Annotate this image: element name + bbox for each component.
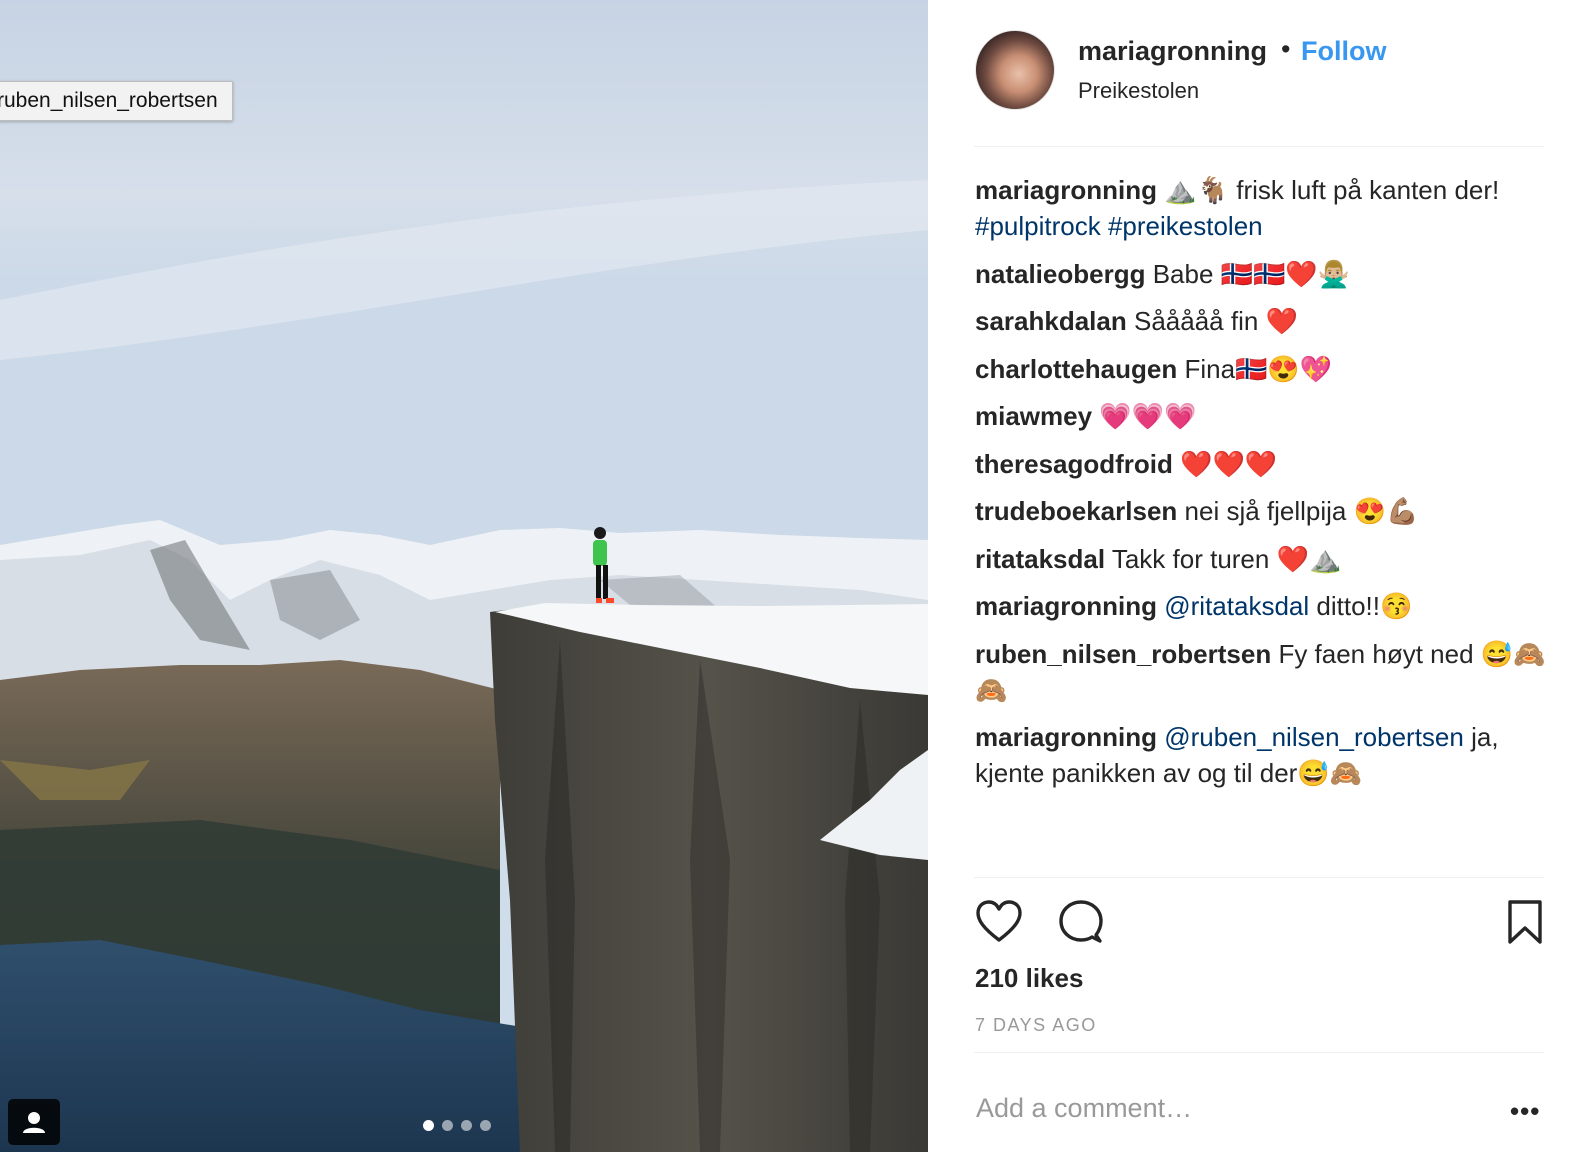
comment-text: ditto!!😚 [1316, 591, 1413, 621]
comment-item: theresagodfroid ❤️❤️❤️ [975, 446, 1550, 482]
comment-username[interactable]: trudeboekarlsen [975, 496, 1177, 526]
comment-icon [1059, 900, 1103, 943]
follow-button[interactable]: Follow [1301, 36, 1386, 67]
hashtag-link[interactable]: #preikestolen [1108, 211, 1263, 241]
comment-text: Fina🇳🇴😍💖 [1184, 353, 1333, 384]
comment-text: 💗💗💗 [1099, 401, 1197, 431]
save-button[interactable] [1501, 898, 1549, 946]
post-actions [975, 898, 1545, 948]
hashtag-link[interactable]: #pulpitrock [975, 211, 1101, 241]
post-sidebar: mariagronning • Follow Preikestolen mari… [928, 0, 1580, 1152]
post-location[interactable]: Preikestolen [1078, 78, 1199, 104]
add-comment-input[interactable] [976, 1088, 1476, 1128]
comment-item: ritataksdal Takk for turen ❤️⛰️ [975, 541, 1550, 577]
comment-box-divider [974, 1052, 1544, 1053]
like-count[interactable]: 210 likes [975, 963, 1083, 994]
comment-username[interactable]: charlottehaugen [975, 354, 1177, 384]
mention-link[interactable]: @ruben_nilsen_robertsen [1164, 722, 1464, 752]
author-username[interactable]: mariagronning [1078, 36, 1267, 67]
comment-text: nei sjå fjellpija 😍💪🏽 [1184, 496, 1419, 526]
actions-divider [974, 877, 1544, 878]
comment-username[interactable]: mariagronning [975, 175, 1157, 205]
caption-emojis: ⛰️🐐 [1164, 175, 1229, 205]
comment-username[interactable]: sarahkdalan [975, 306, 1127, 336]
heart-icon [976, 900, 1022, 942]
carousel-dot[interactable] [423, 1120, 434, 1131]
header-bullet: • [1281, 34, 1291, 64]
tagged-users-button[interactable] [8, 1099, 60, 1145]
mention-link[interactable]: @ritataksdal [1164, 591, 1309, 621]
comment-item: mariagronning @ritataksdal ditto!!😚 [975, 588, 1550, 624]
comment-text: Babe 🇳🇴🇳🇴❤️🙅🏼‍♂️ [1152, 258, 1351, 289]
comment-username[interactable]: miawmey [975, 401, 1092, 431]
comment-item: miawmey 💗💗💗 [975, 398, 1550, 434]
comment-item: natalieobergg Babe 🇳🇴🇳🇴❤️🙅🏼‍♂️ [975, 256, 1550, 292]
comments-list: mariagronning ⛰️🐐 frisk luft på kanten d… [975, 172, 1550, 803]
author-avatar[interactable] [975, 30, 1055, 110]
comment-text: ❤️❤️❤️ [1180, 448, 1278, 479]
tagged-username: ruben_nilsen_robertsen [0, 89, 218, 112]
more-options-button[interactable]: ••• [1510, 1096, 1540, 1127]
comment-username[interactable]: mariagronning [975, 591, 1157, 621]
comment-item: mariagronning @ruben_nilsen_robertsen ja… [975, 719, 1550, 791]
comment-text: Takk for turen ❤️⛰️ [1111, 543, 1342, 574]
comment-username[interactable]: natalieobergg [975, 259, 1145, 289]
fjord-cliff-landscape [0, 0, 928, 1152]
comment-username[interactable]: ruben_nilsen_robertsen [975, 639, 1271, 669]
comment-item: trudeboekarlsen nei sjå fjellpija 😍💪🏽 [975, 493, 1550, 529]
carousel-indicator [423, 1120, 491, 1131]
post-timestamp[interactable]: 7 DAYS AGO [975, 1015, 1097, 1036]
carousel-dot[interactable] [480, 1120, 491, 1131]
comment-text: Sååååå fin ❤️ [1133, 306, 1298, 336]
like-button[interactable] [975, 898, 1023, 946]
tagged-user-tooltip[interactable]: ruben_nilsen_robertsen [0, 81, 233, 121]
post-photo[interactable]: ruben_nilsen_robertsen [0, 0, 928, 1152]
comment-button[interactable] [1057, 898, 1105, 946]
comment-item: charlottehaugen Fina🇳🇴😍💖 [975, 351, 1550, 387]
header-divider [974, 146, 1544, 147]
carousel-dot[interactable] [442, 1120, 453, 1131]
bookmark-icon [1508, 900, 1542, 944]
comment-item: sarahkdalan Sååååå fin ❤️ [975, 303, 1550, 339]
comment-username[interactable]: ritataksdal [975, 544, 1105, 574]
caption: mariagronning ⛰️🐐 frisk luft på kanten d… [975, 172, 1550, 244]
user-tag-icon [23, 1112, 45, 1133]
comment-username[interactable]: mariagronning [975, 722, 1157, 752]
comment-username[interactable]: theresagodfroid [975, 449, 1173, 479]
carousel-dot[interactable] [461, 1120, 472, 1131]
caption-text: frisk luft på kanten der! [1236, 175, 1500, 205]
comment-item: ruben_nilsen_robertsen Fy faen høyt ned … [975, 636, 1550, 708]
